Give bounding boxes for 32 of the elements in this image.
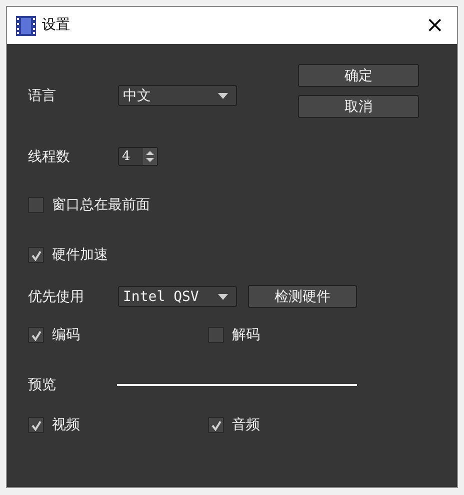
checkbox-label: 音频 bbox=[232, 418, 260, 432]
checkbox-label: 解码 bbox=[232, 328, 260, 342]
threads-spinbox[interactable]: 4 bbox=[118, 147, 158, 166]
checkmark-icon bbox=[30, 330, 42, 340]
checkbox[interactable] bbox=[28, 197, 44, 213]
button[interactable]: 取消 bbox=[298, 95, 419, 118]
checkbox[interactable] bbox=[208, 327, 224, 343]
window-title: 设置 bbox=[42, 16, 70, 35]
checkbox-label: 视频 bbox=[52, 418, 80, 432]
language-dropdown[interactable]: 中文 bbox=[118, 85, 237, 106]
checkbox[interactable] bbox=[208, 417, 224, 433]
checkbox[interactable] bbox=[28, 327, 44, 343]
checkmark-icon bbox=[30, 420, 42, 430]
checkbox[interactable] bbox=[28, 247, 44, 263]
preview-label: 预览 bbox=[28, 378, 57, 392]
dropdown-arrow-icon bbox=[218, 294, 228, 300]
close-button[interactable]: × bbox=[426, 14, 444, 36]
checkbox[interactable] bbox=[28, 417, 44, 433]
spin-arrows-icon[interactable] bbox=[143, 148, 157, 165]
checkbox-label: 窗口总在最前面 bbox=[52, 198, 150, 212]
language-label: 语言 bbox=[28, 88, 57, 102]
preferred-label: 优先使用 bbox=[28, 290, 85, 304]
preferred-dropdown[interactable]: Intel QSV bbox=[118, 286, 237, 307]
dropdown-arrow-icon bbox=[218, 92, 228, 98]
checkmark-icon bbox=[210, 420, 222, 430]
checkmark-icon bbox=[30, 250, 42, 260]
film-icon bbox=[16, 16, 36, 36]
threads-label: 线程数 bbox=[28, 150, 71, 164]
button[interactable]: 检测硬件 bbox=[248, 285, 357, 308]
checkbox-label: 硬件加速 bbox=[52, 248, 108, 262]
checkbox-label: 编码 bbox=[52, 328, 80, 342]
button[interactable]: 确定 bbox=[298, 64, 419, 87]
